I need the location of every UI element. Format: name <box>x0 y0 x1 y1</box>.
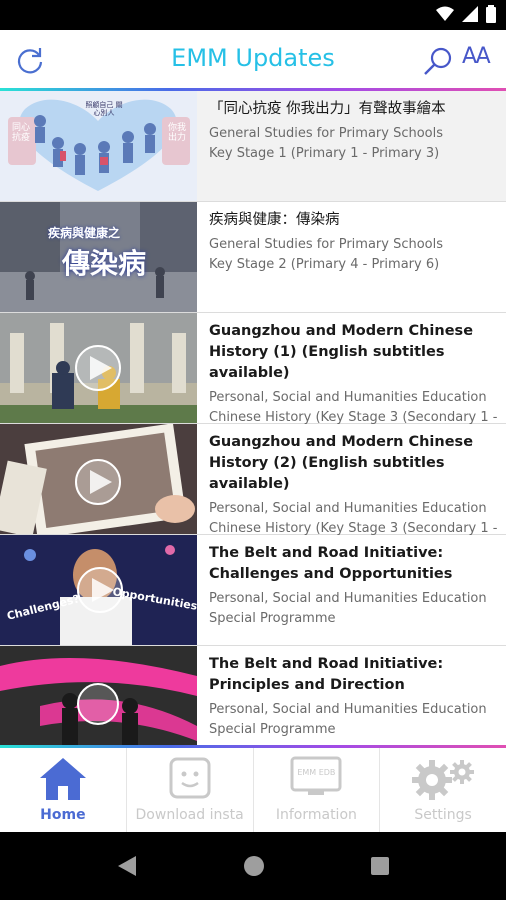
item-title: Guangzhou and Modern Chinese History (2)… <box>209 434 474 492</box>
bottom-navigation: Home Download insta EMM EDB Information <box>0 748 506 832</box>
item-text[interactable]: The Belt and Road Initiative: Principles… <box>197 646 506 745</box>
nav-home[interactable]: Home <box>0 748 127 832</box>
item-title: Guangzhou and Modern Chinese History (1)… <box>209 323 474 381</box>
item-text[interactable]: Guangzhou and Modern Chinese History (2)… <box>197 424 506 556</box>
video-thumbnail[interactable]: 疾病與健康之 傳染病 <box>0 202 197 312</box>
item-subject: General Studies for Primary Schools <box>209 237 444 252</box>
status-bar <box>0 0 506 30</box>
font-size-button[interactable]: AA <box>462 44 491 69</box>
item-level: Special Programme <box>209 722 336 737</box>
list-item[interactable]: Guangzhou and Modern Chinese History (2)… <box>0 424 506 556</box>
item-level: Special Programme <box>209 611 336 626</box>
list-item[interactable]: Challenges? Opportunities? The Belt and … <box>0 535 506 646</box>
nav-information[interactable]: EMM EDB Information <box>254 748 381 832</box>
memorial-thumbnail <box>0 313 197 423</box>
item-text[interactable]: The Belt and Road Initiative: Challenges… <box>197 535 506 645</box>
list-item[interactable]: Guangzhou and Modern Chinese History (1)… <box>0 313 506 445</box>
thumbnail-caption-small: 疾病與健康之 <box>48 226 121 240</box>
item-subject: Personal, Social and Humanities Educatio… <box>209 591 487 606</box>
item-subject: Personal, Social and Humanities Educatio… <box>209 501 487 516</box>
nav-information-label: Information <box>275 807 357 823</box>
item-level: Key Stage 1 (Primary 1 - Primary 3) <box>209 146 440 161</box>
settings-icon <box>412 760 475 800</box>
item-subject: Personal, Social and Humanities Educatio… <box>209 390 487 405</box>
video-thumbnail[interactable] <box>0 313 197 423</box>
nav-download-label: Download insta <box>135 807 244 823</box>
search-icon[interactable] <box>422 46 454 76</box>
battery-icon <box>486 5 496 23</box>
item-subject: Personal, Social and Humanities Educatio… <box>209 702 487 717</box>
back-icon[interactable] <box>116 854 138 878</box>
thumbnail-caption-left: 同心抗疫 <box>12 123 31 143</box>
thumbnail-caption-right: 你我出力 <box>168 123 187 143</box>
recent-apps-icon[interactable] <box>370 856 390 876</box>
item-text[interactable]: 疾病與健康：傳染病 General Studies for Primary Sc… <box>197 202 506 312</box>
signal-icon <box>462 6 478 22</box>
nav-home-label: Home <box>40 807 86 823</box>
list-item[interactable]: 疾病與健康之 傳染病 疾病與健康：傳染病 General Studies for… <box>0 202 506 313</box>
list-item[interactable]: 同心抗疫 你我出力 照顧自己 關心別人 「同心抗疫 你我出力」有聲故事繪本 Ge… <box>0 91 506 202</box>
item-level: Key Stage 2 (Primary 4 - Primary 6) <box>209 257 440 272</box>
download-icon <box>169 757 211 799</box>
home-icon <box>39 758 86 800</box>
system-navigation-bar <box>0 832 506 900</box>
video-thumbnail[interactable] <box>0 646 197 745</box>
content-list[interactable]: 同心抗疫 你我出力 照顧自己 關心別人 「同心抗疫 你我出力」有聲故事繪本 Ge… <box>0 91 506 745</box>
video-thumbnail[interactable]: 同心抗疫 你我出力 照顧自己 關心別人 <box>0 91 197 201</box>
item-title: The Belt and Road Initiative: Principles… <box>209 656 444 693</box>
dance-thumbnail <box>0 646 197 745</box>
font-size-icon: AA <box>462 44 491 69</box>
nav-download[interactable]: Download insta <box>127 748 254 832</box>
list-item[interactable]: The Belt and Road Initiative: Principles… <box>0 646 506 745</box>
item-title: 疾病與健康：傳染病 <box>209 212 340 228</box>
video-thumbnail[interactable]: Challenges? Opportunities? <box>0 535 197 645</box>
video-thumbnail[interactable] <box>0 424 197 534</box>
item-text[interactable]: 「同心抗疫 你我出力」有聲故事繪本 General Studies for Pr… <box>197 91 506 201</box>
wifi-icon <box>436 6 454 21</box>
information-icon-text: EMM EDB <box>297 768 336 777</box>
item-title: The Belt and Road Initiative: Challenges… <box>209 545 453 582</box>
item-title: 「同心抗疫 你我出力」有聲故事繪本 <box>209 101 446 117</box>
belt-road-thumbnail <box>0 535 197 645</box>
thumbnail-caption-top: 照顧自己 關心別人 <box>85 101 123 117</box>
thumbnail-caption-big: 傳染病 <box>62 247 147 280</box>
photos-thumbnail <box>0 424 197 534</box>
home-circle-icon[interactable] <box>243 855 265 877</box>
item-subject: General Studies for Primary Schools <box>209 126 444 141</box>
nav-settings[interactable]: Settings <box>380 748 506 832</box>
nav-settings-label: Settings <box>414 807 472 823</box>
item-text[interactable]: Guangzhou and Modern Chinese History (1)… <box>197 313 506 445</box>
app-bar: EMM Updates AA <box>0 30 506 88</box>
